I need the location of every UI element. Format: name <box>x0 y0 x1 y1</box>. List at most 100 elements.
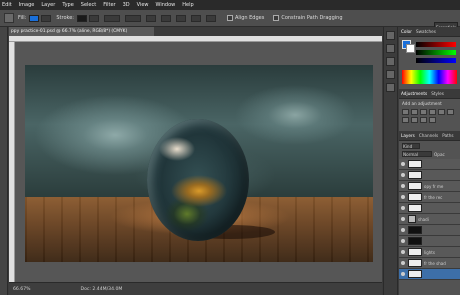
color-panel-tabs: Color Swatches <box>399 27 460 37</box>
zoom-level[interactable]: 66.67% <box>13 287 31 292</box>
visibility-eye-icon[interactable] <box>401 195 405 199</box>
tools-panel <box>0 27 8 295</box>
visibility-eye-icon[interactable] <box>401 228 405 232</box>
visibility-eye-icon[interactable] <box>401 184 405 188</box>
history-icon[interactable] <box>386 31 395 40</box>
menu-window[interactable]: Window <box>156 2 176 8</box>
layer-row[interactable] <box>399 170 460 181</box>
glass-orb <box>147 119 249 241</box>
tab-layers[interactable]: Layers <box>401 133 415 138</box>
layer-row[interactable]: shadi <box>399 214 460 225</box>
tab-adjustments[interactable]: Adjustments <box>401 91 427 96</box>
layer-row[interactable] <box>399 225 460 236</box>
width-field[interactable] <box>146 14 156 22</box>
visibility-eye-icon[interactable] <box>401 272 405 276</box>
blend-mode-dropdown[interactable]: Normal <box>402 151 432 157</box>
layer-row[interactable]: fr the shad <box>399 258 460 269</box>
menu-edit[interactable]: Edit <box>2 2 12 8</box>
color-panel <box>399 37 460 89</box>
layer-thumbnail <box>408 248 422 256</box>
menu-help[interactable]: Help <box>182 2 193 8</box>
layer-thumbnail <box>408 193 422 201</box>
layer-row[interactable] <box>399 159 460 170</box>
curves-icon[interactable] <box>420 109 427 115</box>
vibrance-icon[interactable] <box>438 109 445 115</box>
layer-row[interactable] <box>399 236 460 247</box>
fill-dropdown[interactable] <box>41 14 52 22</box>
exposure-icon[interactable] <box>429 109 436 115</box>
visibility-eye-icon[interactable] <box>401 162 405 166</box>
opacity-label: Opac <box>434 151 445 157</box>
menu-3d[interactable]: 3D <box>123 2 130 8</box>
visibility-eye-icon[interactable] <box>401 217 405 221</box>
right-panels: Color Swatches Adjustments Styles Add an… <box>399 27 460 295</box>
visibility-eye-icon[interactable] <box>401 250 405 254</box>
visibility-eye-icon[interactable] <box>401 173 405 177</box>
stroke-color-swatch[interactable] <box>77 14 87 22</box>
layer-row[interactable]: lights <box>399 247 460 258</box>
visibility-eye-icon[interactable] <box>401 261 405 265</box>
color-spectrum[interactable] <box>402 70 457 84</box>
layer-name: fr the shad <box>424 260 446 266</box>
layer-row[interactable] <box>399 203 460 214</box>
photo-filter-icon[interactable] <box>420 117 427 123</box>
visibility-eye-icon[interactable] <box>401 239 405 243</box>
tab-paths[interactable]: Paths <box>442 133 453 138</box>
shape-tool-icon[interactable] <box>4 13 14 23</box>
constrain-path-label: Constrain Path Dragging <box>281 15 343 21</box>
background-color[interactable] <box>406 44 415 53</box>
document-tab[interactable]: ppy practice-01.psd @ 66.7% (aline, RGB/… <box>9 27 154 36</box>
layer-name: opy fr me <box>424 183 444 189</box>
blue-slider[interactable] <box>416 58 456 63</box>
green-slider[interactable] <box>416 50 456 55</box>
align-edges-label: Align Edges <box>235 15 265 21</box>
color-balance-icon[interactable] <box>402 117 409 123</box>
menu-select[interactable]: Select <box>81 2 96 8</box>
brightness-icon[interactable] <box>402 109 409 115</box>
paragraph-icon[interactable] <box>386 83 395 92</box>
black-white-icon[interactable] <box>411 117 418 123</box>
path-operations-dropdown[interactable] <box>176 14 186 22</box>
layer-row[interactable]: opy fr me <box>399 181 460 192</box>
layer-row[interactable]: fr the rec <box>399 192 460 203</box>
properties-icon[interactable] <box>386 44 395 53</box>
layer-name: shadi <box>418 216 429 222</box>
path-arrangement-dropdown[interactable] <box>206 14 216 22</box>
align-edges-checkbox[interactable] <box>227 15 233 21</box>
constrain-path-checkbox[interactable] <box>273 15 280 21</box>
layers-list: opy fr me fr the rec shadi lights fr the sha… <box>399 159 460 280</box>
red-slider[interactable] <box>416 42 456 47</box>
brush-presets-icon[interactable] <box>386 57 395 66</box>
menu-view[interactable]: View <box>137 2 149 8</box>
stroke-width-field[interactable] <box>104 14 120 22</box>
tab-swatches[interactable]: Swatches <box>416 29 436 34</box>
tab-channels[interactable]: Channels <box>419 133 438 138</box>
stroke-dropdown[interactable] <box>89 14 99 22</box>
menu-type[interactable]: Type <box>62 2 73 8</box>
canvas-area[interactable] <box>15 42 382 282</box>
character-icon[interactable] <box>386 70 395 79</box>
hue-saturation-icon[interactable] <box>447 109 454 115</box>
adjustments-panel: Add an adjustment <box>399 99 460 131</box>
tab-color[interactable]: Color <box>401 29 412 34</box>
levels-icon[interactable] <box>411 109 418 115</box>
menu-layer[interactable]: Layer <box>41 2 55 8</box>
layer-filter-kind[interactable]: Kind <box>402 143 420 149</box>
adjustment-icons <box>402 109 457 125</box>
fg-bg-colors[interactable] <box>402 40 415 53</box>
fill-color-swatch[interactable] <box>29 14 40 22</box>
layer-thumbnail <box>408 270 422 278</box>
document-image[interactable] <box>25 65 373 262</box>
path-alignment-dropdown[interactable] <box>191 14 201 22</box>
stroke-type-dropdown[interactable] <box>125 14 141 22</box>
visibility-eye-icon[interactable] <box>401 206 405 210</box>
layer-row[interactable] <box>399 269 460 280</box>
menu-filter[interactable]: Filter <box>103 2 115 8</box>
stroke-label: Stroke: <box>56 15 74 21</box>
layer-thumbnail <box>408 204 422 212</box>
height-field[interactable] <box>161 14 171 22</box>
tab-styles[interactable]: Styles <box>431 91 444 96</box>
menu-image[interactable]: Image <box>19 2 35 8</box>
channel-mixer-icon[interactable] <box>429 117 436 123</box>
menu-bar: Edit Image Layer Type Select Filter 3D V… <box>0 0 460 10</box>
